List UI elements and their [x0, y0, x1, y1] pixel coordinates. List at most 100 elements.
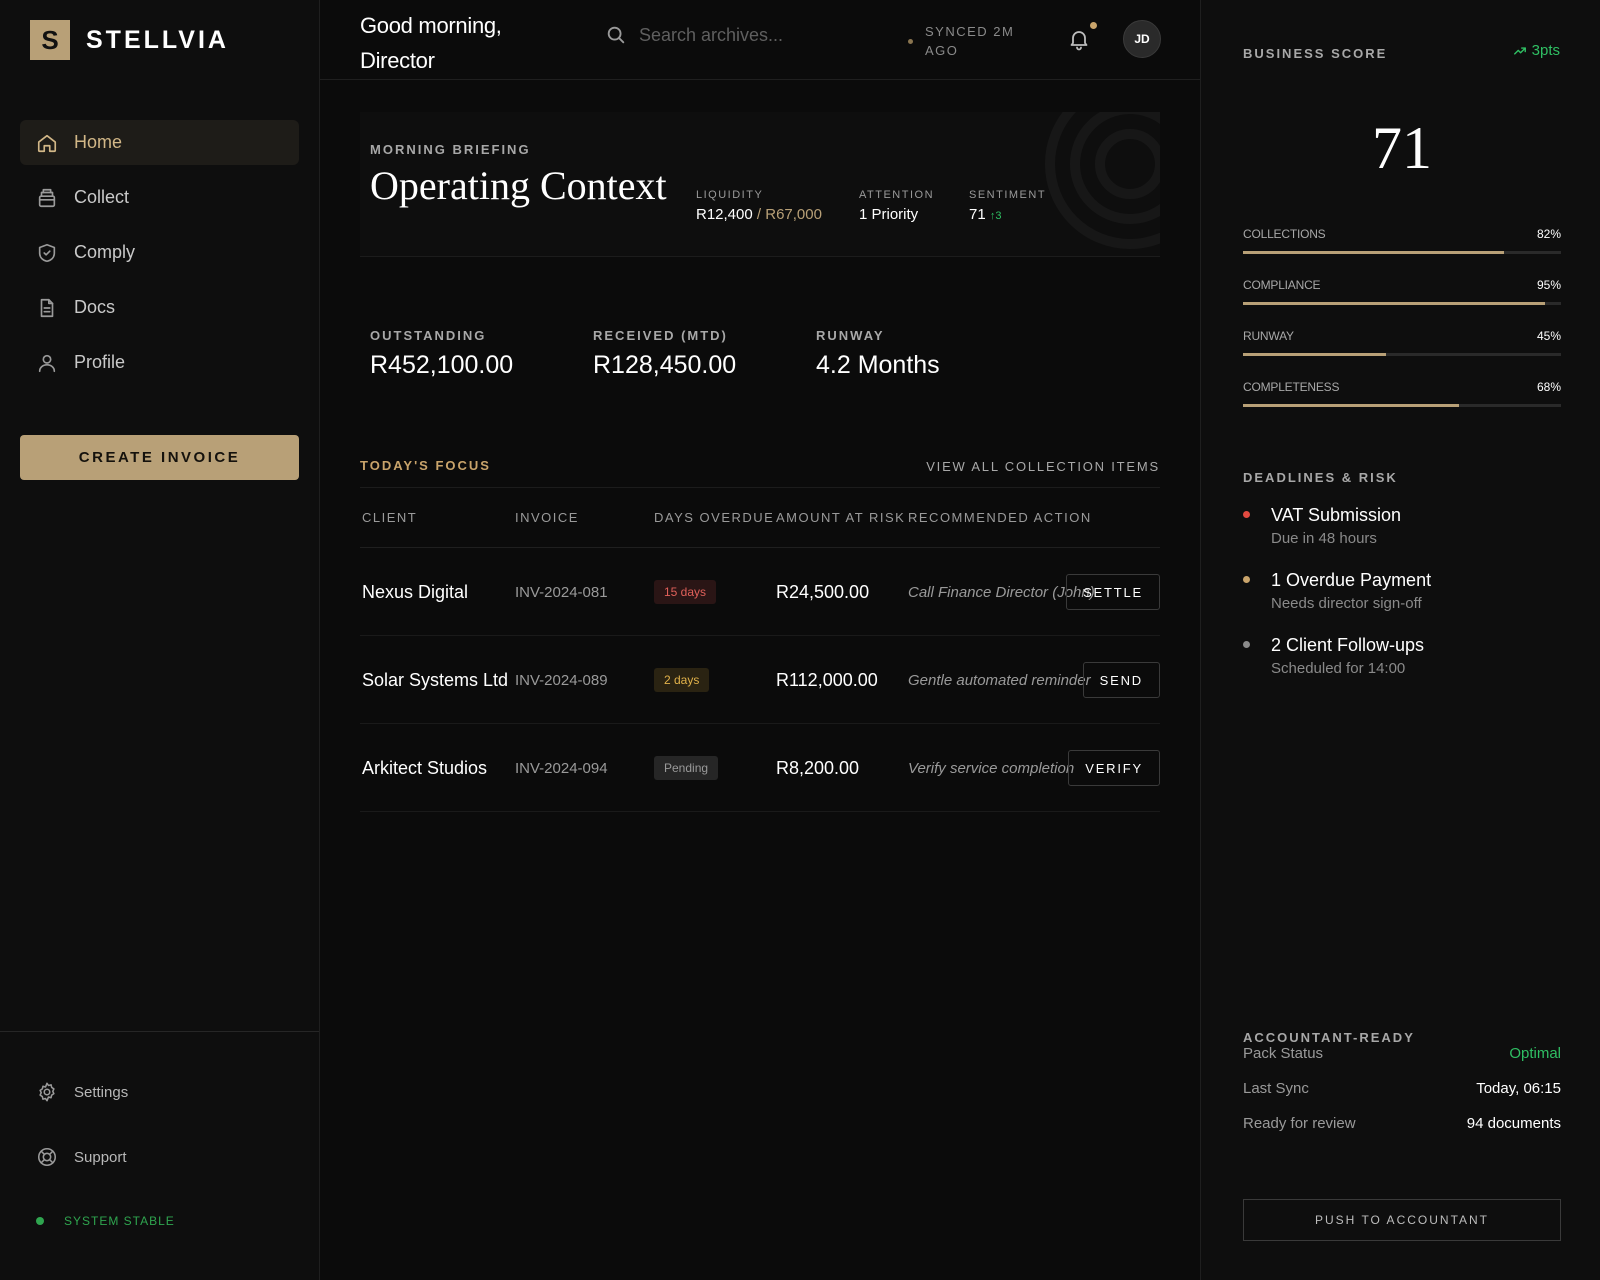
liquidity-target: R67,000: [765, 206, 822, 223]
kpi-label: OUTSTANDING: [370, 328, 487, 343]
right-panel: BUSINESS SCORE 3pts 71 COLLECTIONS 82% C…: [1200, 0, 1600, 1280]
support-link[interactable]: Support: [36, 1146, 127, 1168]
send-button[interactable]: SEND: [1082, 662, 1160, 698]
briefing-title: Operating Context: [370, 163, 667, 208]
nav-item-docs[interactable]: Docs: [20, 285, 299, 330]
top-header: Good morning, Director SYNCED 2M AGO JD: [320, 0, 1200, 80]
deadlines-section: DEADLINES & RISK VAT Submission Due in 4…: [1243, 470, 1561, 680]
recommended-action: Verify service completion: [908, 759, 1075, 777]
verify-button[interactable]: VERIFY: [1068, 750, 1160, 786]
decorative-pattern-icon: [1045, 112, 1160, 249]
nav-item-label: Collect: [74, 187, 130, 207]
deadline-title: VAT Submission: [1271, 505, 1402, 525]
action-cell: SETTLE: [1066, 548, 1160, 636]
pack-status-row: Pack Status Optimal: [1243, 1045, 1561, 1080]
overdue-cell: 2 days: [654, 636, 710, 724]
bar-track: [1243, 404, 1561, 407]
table-header: CLIENT INVOICE DAYS OVERDUE AMOUNT AT RI…: [360, 498, 1160, 548]
attention-value: 1 Priority: [859, 206, 919, 223]
sync-dot: [908, 38, 913, 44]
avatar[interactable]: JD: [1123, 20, 1161, 58]
deadline-item[interactable]: VAT Submission Due in 48 hours: [1243, 505, 1561, 550]
row-key: Ready for review: [1243, 1115, 1356, 1132]
business-score-title: BUSINESS SCORE: [1243, 46, 1388, 61]
ready-for-review-row: Ready for review 94 documents: [1243, 1115, 1561, 1150]
client-name: Arkitect Studios: [362, 757, 488, 778]
metric-value: 71 ↑3: [969, 206, 1046, 223]
column-header: AMOUNT AT RISK: [776, 510, 906, 525]
bar-track: [1243, 302, 1561, 305]
greeting: Good morning, Director: [360, 13, 502, 73]
bar-percent: 45%: [1536, 329, 1561, 343]
deadline-subtitle: Due in 48 hours: [1271, 530, 1377, 547]
bar-label: COMPLIANCE: [1243, 278, 1321, 292]
nav-item-home[interactable]: Home: [20, 120, 299, 165]
bar-percent: 68%: [1536, 380, 1561, 394]
view-all-link[interactable]: VIEW ALL COLLECTION ITEMS: [926, 459, 1160, 474]
invoice-number: INV-2024-089: [515, 671, 608, 689]
settle-button[interactable]: SETTLE: [1066, 574, 1160, 610]
collect-icon: [36, 187, 58, 209]
bar-percent: 95%: [1536, 278, 1561, 292]
sidebar: S STELLVIA Home Collect Comply Docs Prof…: [0, 0, 320, 1280]
deadline-item[interactable]: 2 Client Follow-ups Scheduled for 14:00: [1243, 635, 1561, 680]
kpi-runway: RUNWAY 4.2 Months: [816, 328, 940, 380]
liquidity-value: R12,400: [696, 206, 753, 223]
nav-item-comply[interactable]: Comply: [20, 230, 299, 275]
bar-track: [1243, 353, 1561, 356]
support-label: Support: [74, 1148, 127, 1166]
kpi-outstanding: OUTSTANDING R452,100.00: [370, 328, 513, 380]
kpi-received: RECEIVED (MTD) R128,450.00: [593, 328, 736, 380]
column-header: CLIENT: [362, 510, 418, 525]
overdue-cell: Pending: [654, 724, 719, 812]
score-trend: 3pts: [1513, 42, 1560, 59]
sync-text: SYNCED 2M AGO: [925, 24, 1015, 58]
amount-at-risk: R8,200.00: [776, 757, 860, 778]
liquidity-metric: LIQUIDITY R12,400 / R67,000: [696, 189, 822, 223]
pending-badge: Pending: [654, 756, 719, 780]
client-name: Nexus Digital: [362, 581, 469, 602]
kpi-label: RECEIVED (MTD): [593, 328, 728, 343]
kpi-label: RUNWAY: [816, 328, 885, 343]
bar-fill: [1243, 302, 1546, 305]
lifebuoy-icon: [36, 1146, 58, 1168]
nav-item-profile[interactable]: Profile: [20, 340, 299, 385]
column-header: INVOICE: [515, 510, 579, 525]
metric-label: ATTENTION: [859, 189, 935, 201]
row-value: 94 documents: [1466, 1115, 1561, 1132]
settings-link[interactable]: Settings: [36, 1081, 128, 1103]
accountant-ready-section: ACCOUNTANT-READY Pack Status Optimal Las…: [1243, 1030, 1561, 1241]
risk-dot: [1243, 576, 1250, 583]
business-score-value: 71: [1372, 115, 1432, 181]
create-invoice-button[interactable]: CREATE INVOICE: [20, 435, 299, 480]
nav-item-collect[interactable]: Collect: [20, 175, 299, 220]
kpi-value: 4.2 Months: [816, 351, 940, 379]
row-key: Pack Status: [1243, 1045, 1324, 1062]
metric-label: SENTIMENT: [969, 189, 1047, 201]
risk-dot: [1243, 641, 1250, 648]
search-input[interactable]: [639, 24, 879, 46]
push-to-accountant-button[interactable]: PUSH TO ACCOUNTANT: [1243, 1199, 1561, 1241]
overdue-badge: 2 days: [654, 668, 710, 692]
deadline-item[interactable]: 1 Overdue Payment Needs director sign-of…: [1243, 570, 1561, 615]
settings-label: Settings: [74, 1083, 129, 1101]
bell-icon: [1067, 27, 1093, 51]
status-dot: [36, 1217, 44, 1225]
notifications-button[interactable]: [1067, 22, 1097, 53]
nav-item-label: Home: [74, 132, 123, 152]
bar-label: COLLECTIONS: [1243, 227, 1326, 241]
risk-dot: [1243, 511, 1250, 518]
invoice-number: INV-2024-094: [515, 759, 608, 777]
liquidity-separator: /: [752, 206, 766, 223]
brand-logo[interactable]: S STELLVIA: [30, 20, 229, 60]
score-bar-compliance: COMPLIANCE 95%: [1243, 276, 1561, 327]
briefing-eyebrow: MORNING BRIEFING: [370, 142, 531, 157]
document-icon: [36, 297, 58, 319]
sentiment-delta: ↑3: [989, 210, 1002, 222]
client-name: Solar Systems Ltd: [362, 669, 509, 690]
search-bar[interactable]: [605, 24, 879, 46]
focus-table: CLIENT INVOICE DAYS OVERDUE AMOUNT AT RI…: [360, 498, 1160, 812]
search-icon: [605, 24, 627, 46]
user-icon: [36, 352, 58, 374]
table-row: Solar Systems Ltd INV-2024-089 2 days R1…: [360, 636, 1160, 724]
